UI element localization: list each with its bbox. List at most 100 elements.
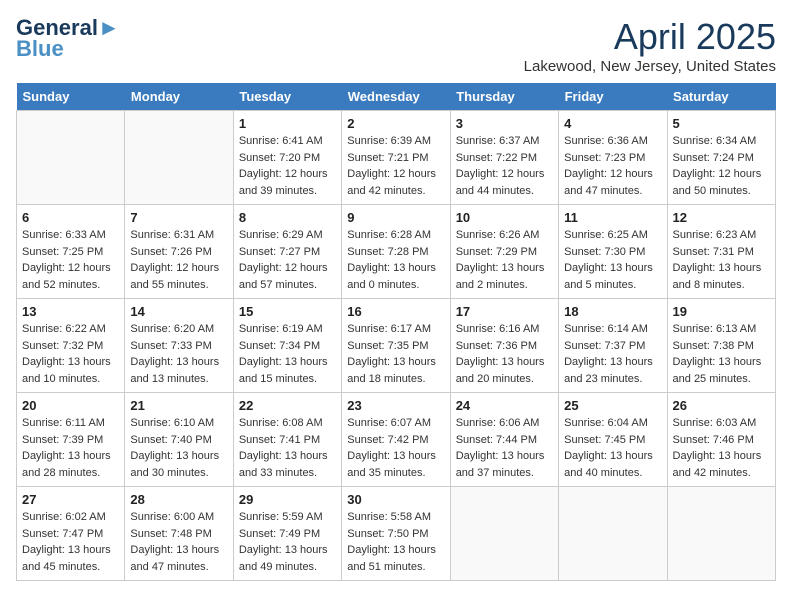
- day-number: 1: [239, 116, 336, 131]
- calendar-cell: 17Sunrise: 6:16 AMSunset: 7:36 PMDayligh…: [450, 299, 558, 393]
- day-number: 11: [564, 210, 661, 225]
- cell-info: Sunrise: 6:33 AMSunset: 7:25 PMDaylight:…: [22, 227, 119, 293]
- column-header-sunday: Sunday: [17, 83, 125, 111]
- cell-info: Sunrise: 6:03 AMSunset: 7:46 PMDaylight:…: [673, 415, 770, 481]
- calendar-cell: 22Sunrise: 6:08 AMSunset: 7:41 PMDayligh…: [233, 393, 341, 487]
- calendar-cell: 25 Sunrise: 6:04 AMSunset: 7:45 PMDayligh…: [559, 393, 667, 487]
- cell-info: Sunrise: 6:41 AMSunset: 7:20 PMDaylight:…: [239, 133, 336, 199]
- calendar-week-1: 1 Sunrise: 6:41 AMSunset: 7:20 PMDaylight…: [17, 111, 776, 205]
- page-header: General► Blue April 2025 Lakewood, New J…: [16, 16, 776, 75]
- day-number: 30: [347, 492, 444, 507]
- calendar-cell: 12 Sunrise: 6:23 AMSunset: 7:31 PMDayligh…: [667, 205, 775, 299]
- calendar-week-4: 20 Sunrise: 6:11 AMSunset: 7:39 PMDayligh…: [17, 393, 776, 487]
- cell-info: Sunrise: 6:36 AMSunset: 7:23 PMDaylight:…: [564, 133, 661, 199]
- day-number: 4: [564, 116, 661, 131]
- title-block: April 2025 Lakewood, New Jersey, United …: [524, 16, 776, 75]
- day-number: 19: [673, 304, 770, 319]
- cell-info: Sunrise: 6:10 AMSunset: 7:40 PMDaylight:…: [130, 415, 227, 481]
- day-number: 14: [130, 304, 227, 319]
- day-number: 21: [130, 398, 227, 413]
- day-number: 9: [347, 210, 444, 225]
- day-number: 2: [347, 116, 444, 131]
- day-number: 24: [456, 398, 553, 413]
- calendar-cell: 20 Sunrise: 6:11 AMSunset: 7:39 PMDayligh…: [17, 393, 125, 487]
- calendar-cell: 23 Sunrise: 6:07 AMSunset: 7:42 PMDayligh…: [342, 393, 450, 487]
- day-number: 22: [239, 398, 336, 413]
- day-number: 20: [22, 398, 119, 413]
- day-number: 18: [564, 304, 661, 319]
- logo: General► Blue: [16, 16, 120, 62]
- cell-info: Sunrise: 5:58 AMSunset: 7:50 PMDaylight:…: [347, 509, 444, 575]
- calendar-cell: 13 Sunrise: 6:22 AMSunset: 7:32 PMDayligh…: [17, 299, 125, 393]
- cell-info: Sunrise: 6:25 AMSunset: 7:30 PMDaylight:…: [564, 227, 661, 293]
- calendar-cell: 3Sunrise: 6:37 AMSunset: 7:22 PMDaylight…: [450, 111, 558, 205]
- calendar-cell: 5 Sunrise: 6:34 AMSunset: 7:24 PMDaylight…: [667, 111, 775, 205]
- calendar-cell: 27 Sunrise: 6:02 AMSunset: 7:47 PMDayligh…: [17, 487, 125, 581]
- cell-info: Sunrise: 6:34 AMSunset: 7:24 PMDaylight:…: [673, 133, 770, 199]
- day-number: 8: [239, 210, 336, 225]
- day-number: 15: [239, 304, 336, 319]
- calendar-cell: 6 Sunrise: 6:33 AMSunset: 7:25 PMDaylight…: [17, 205, 125, 299]
- cell-info: Sunrise: 6:19 AMSunset: 7:34 PMDaylight:…: [239, 321, 336, 387]
- cell-info: Sunrise: 6:04 AMSunset: 7:45 PMDaylight:…: [564, 415, 661, 481]
- cell-info: Sunrise: 6:13 AMSunset: 7:38 PMDaylight:…: [673, 321, 770, 387]
- calendar-week-5: 27 Sunrise: 6:02 AMSunset: 7:47 PMDayligh…: [17, 487, 776, 581]
- cell-info: Sunrise: 6:37 AMSunset: 7:22 PMDaylight:…: [456, 133, 553, 199]
- cell-info: Sunrise: 6:06 AMSunset: 7:44 PMDaylight:…: [456, 415, 553, 481]
- cell-info: Sunrise: 6:23 AMSunset: 7:31 PMDaylight:…: [673, 227, 770, 293]
- cell-info: Sunrise: 6:02 AMSunset: 7:47 PMDaylight:…: [22, 509, 119, 575]
- day-number: 28: [130, 492, 227, 507]
- calendar-cell: 7 Sunrise: 6:31 AMSunset: 7:26 PMDaylight…: [125, 205, 233, 299]
- cell-info: Sunrise: 6:29 AMSunset: 7:27 PMDaylight:…: [239, 227, 336, 293]
- calendar-table: SundayMondayTuesdayWednesdayThursdayFrid…: [16, 83, 776, 581]
- calendar-cell: 4 Sunrise: 6:36 AMSunset: 7:23 PMDaylight…: [559, 111, 667, 205]
- calendar-cell: 16 Sunrise: 6:17 AMSunset: 7:35 PMDayligh…: [342, 299, 450, 393]
- day-number: 29: [239, 492, 336, 507]
- day-number: 5: [673, 116, 770, 131]
- day-number: 23: [347, 398, 444, 413]
- cell-info: Sunrise: 6:28 AMSunset: 7:28 PMDaylight:…: [347, 227, 444, 293]
- location: Lakewood, New Jersey, United States: [524, 58, 776, 75]
- calendar-cell: 1 Sunrise: 6:41 AMSunset: 7:20 PMDaylight…: [233, 111, 341, 205]
- calendar-cell: [125, 111, 233, 205]
- cell-info: Sunrise: 6:17 AMSunset: 7:35 PMDaylight:…: [347, 321, 444, 387]
- column-header-tuesday: Tuesday: [233, 83, 341, 111]
- cell-info: Sunrise: 6:39 AMSunset: 7:21 PMDaylight:…: [347, 133, 444, 199]
- month-title: April 2025: [524, 16, 776, 58]
- calendar-cell: [667, 487, 775, 581]
- calendar-cell: 18 Sunrise: 6:14 AMSunset: 7:37 PMDayligh…: [559, 299, 667, 393]
- cell-info: Sunrise: 6:20 AMSunset: 7:33 PMDaylight:…: [130, 321, 227, 387]
- header-row: SundayMondayTuesdayWednesdayThursdayFrid…: [17, 83, 776, 111]
- day-number: 27: [22, 492, 119, 507]
- calendar-cell: 11 Sunrise: 6:25 AMSunset: 7:30 PMDayligh…: [559, 205, 667, 299]
- day-number: 6: [22, 210, 119, 225]
- column-header-thursday: Thursday: [450, 83, 558, 111]
- calendar-cell: 8 Sunrise: 6:29 AMSunset: 7:27 PMDaylight…: [233, 205, 341, 299]
- calendar-cell: 14 Sunrise: 6:20 AMSunset: 7:33 PMDayligh…: [125, 299, 233, 393]
- cell-info: Sunrise: 6:07 AMSunset: 7:42 PMDaylight:…: [347, 415, 444, 481]
- column-header-wednesday: Wednesday: [342, 83, 450, 111]
- cell-info: Sunrise: 5:59 AMSunset: 7:49 PMDaylight:…: [239, 509, 336, 575]
- cell-info: Sunrise: 6:22 AMSunset: 7:32 PMDaylight:…: [22, 321, 119, 387]
- cell-info: Sunrise: 6:00 AMSunset: 7:48 PMDaylight:…: [130, 509, 227, 575]
- calendar-cell: 21 Sunrise: 6:10 AMSunset: 7:40 PMDayligh…: [125, 393, 233, 487]
- day-number: 7: [130, 210, 227, 225]
- day-number: 25: [564, 398, 661, 413]
- day-number: 13: [22, 304, 119, 319]
- calendar-cell: 24 Sunrise: 6:06 AMSunset: 7:44 PMDayligh…: [450, 393, 558, 487]
- calendar-cell: 15 Sunrise: 6:19 AMSunset: 7:34 PMDayligh…: [233, 299, 341, 393]
- day-number: 16: [347, 304, 444, 319]
- column-header-saturday: Saturday: [667, 83, 775, 111]
- column-header-monday: Monday: [125, 83, 233, 111]
- calendar-cell: 28 Sunrise: 6:00 AMSunset: 7:48 PMDayligh…: [125, 487, 233, 581]
- calendar-cell: 30 Sunrise: 5:58 AMSunset: 7:50 PMDayligh…: [342, 487, 450, 581]
- cell-info: Sunrise: 6:31 AMSunset: 7:26 PMDaylight:…: [130, 227, 227, 293]
- cell-info: Sunrise: 6:11 AMSunset: 7:39 PMDaylight:…: [22, 415, 119, 481]
- cell-info: Sunrise: 6:14 AMSunset: 7:37 PMDaylight:…: [564, 321, 661, 387]
- day-number: 12: [673, 210, 770, 225]
- day-number: 17: [456, 304, 553, 319]
- calendar-cell: 29 Sunrise: 5:59 AMSunset: 7:49 PMDayligh…: [233, 487, 341, 581]
- calendar-cell: [17, 111, 125, 205]
- calendar-week-3: 13 Sunrise: 6:22 AMSunset: 7:32 PMDayligh…: [17, 299, 776, 393]
- calendar-week-2: 6 Sunrise: 6:33 AMSunset: 7:25 PMDaylight…: [17, 205, 776, 299]
